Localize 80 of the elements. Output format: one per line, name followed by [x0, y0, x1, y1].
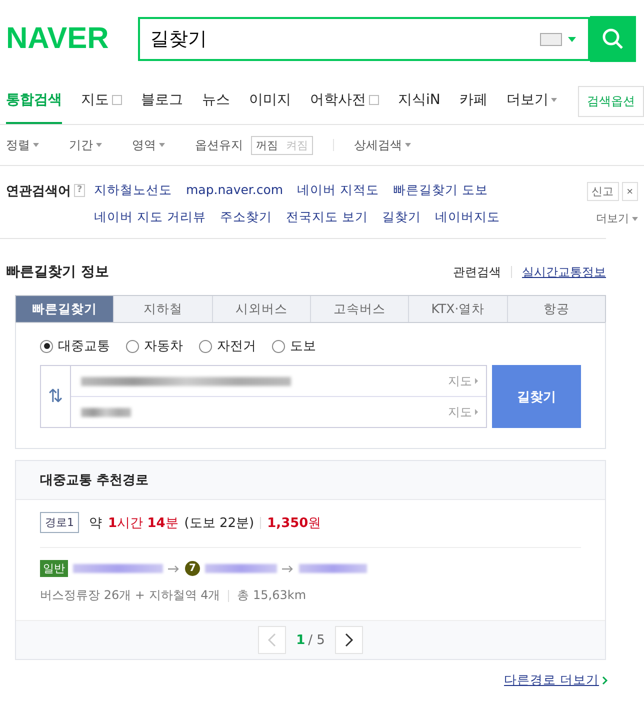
search-button[interactable] [590, 16, 636, 62]
caret-icon [632, 216, 638, 220]
line-badge: 7 [185, 561, 200, 576]
related-search-link[interactable]: 길찾기 [382, 209, 421, 226]
blurred-text [205, 564, 277, 573]
nav-tab[interactable]: 이미지 [249, 78, 291, 124]
blurred-text [299, 564, 367, 573]
section-link[interactable]: 관련검색 [453, 264, 501, 280]
radio-button[interactable] [40, 340, 53, 352]
arrow-icon [475, 409, 478, 415]
related-search-link[interactable]: 네이버 지적도 [297, 182, 380, 199]
nav-tab[interactable]: 지식iN [398, 78, 440, 124]
next-button[interactable] [334, 626, 363, 654]
related-search-link[interactable]: 지하철노선도 [94, 182, 172, 199]
related-search-link[interactable]: 빠른길찾기 도보 [393, 182, 488, 199]
radio-button[interactable] [272, 340, 285, 352]
option-keep-label: 옵션유지 [195, 136, 243, 154]
keyboard-icon[interactable] [540, 32, 562, 46]
related-search-link[interactable]: 주소찾기 [220, 209, 272, 226]
chevron-right-icon [602, 676, 608, 685]
blurred-text [81, 408, 131, 416]
fare: 1,350원 [267, 514, 322, 532]
route-tab[interactable]: 고속버스 [310, 296, 408, 322]
caret-icon [96, 143, 102, 147]
route-tab[interactable]: KTX·열차 [408, 296, 507, 322]
bus-tag: 일반 [40, 560, 68, 577]
swap-button[interactable]: ⇅ [41, 366, 71, 427]
related-search-link[interactable]: 네이버 지도 거리뷰 [94, 209, 206, 226]
about-label: 약 [89, 514, 102, 532]
nav-tab[interactable]: 지도 [81, 78, 122, 124]
section-title: 빠른길찾기 정보 [6, 263, 109, 281]
search-icon [601, 27, 625, 51]
caret-icon [33, 143, 39, 147]
more-routes-link[interactable]: 다른경로 더보기 [504, 672, 599, 689]
route-tab[interactable]: 빠른길찾기 [16, 296, 114, 322]
radio-button[interactable] [199, 340, 212, 352]
route-tab[interactable]: 항공 [506, 296, 605, 322]
related-searches-title: 연관검색어 [6, 183, 71, 200]
related-search-link[interactable]: map.naver.com [186, 182, 284, 199]
nav-tab[interactable]: 뉴스 [202, 78, 230, 124]
route-tab[interactable]: 시외버스 [212, 296, 310, 322]
mode-label[interactable]: 도보 [290, 337, 316, 355]
related-search-link[interactable]: 전국지도 보기 [286, 209, 368, 226]
chevron-right-icon [344, 633, 354, 647]
duration: 1시간 14분 [108, 514, 178, 532]
route-tab[interactable]: 지하철 [113, 296, 212, 322]
result-title: 대중교통 추천경로 [16, 461, 605, 500]
filter-dropdown[interactable]: 기간 [69, 136, 93, 154]
filter-dropdown[interactable]: 영역 [132, 136, 156, 154]
route-tag: 경로1 [40, 512, 79, 533]
search-box[interactable]: 길찾기 [138, 17, 590, 61]
detail-search-dropdown[interactable]: 상세검색 [354, 136, 402, 154]
arrow-icon [475, 378, 478, 384]
chevron-left-icon [267, 633, 278, 647]
nav-tab[interactable]: 어학사전 [310, 78, 379, 124]
search-field[interactable]: 길찾기 [140, 19, 540, 59]
route-distance: 총 15,63km [237, 587, 306, 604]
route-stats: 버스정류장 26개 + 지하철역 4개 [40, 587, 220, 604]
more-link[interactable]: 더보기 [596, 211, 629, 226]
caret-icon [405, 143, 411, 147]
close-button[interactable]: × [622, 182, 638, 201]
related-search-link[interactable]: 네이버지도 [434, 209, 500, 226]
nav-tab[interactable]: 블로그 [141, 78, 183, 124]
section-link[interactable]: 실시간교통정보 [522, 264, 606, 280]
current-page: 1 [296, 632, 306, 648]
nav-tab[interactable]: 카페 [459, 78, 488, 124]
report-button[interactable]: 신고 [586, 182, 619, 201]
caret-icon[interactable] [568, 36, 576, 42]
filter-dropdown[interactable]: 정렬 [6, 136, 30, 154]
find-route-button[interactable]: 길찾기 [492, 365, 581, 428]
page-total: / 5 [308, 632, 325, 648]
nav-tab[interactable]: 더보기 [506, 78, 558, 124]
caret-icon [159, 143, 165, 147]
walk-time: (도보 22분) [184, 514, 254, 532]
radio-button[interactable] [126, 340, 139, 352]
mode-label[interactable]: 자동차 [144, 337, 183, 355]
arrow-icon [282, 564, 294, 572]
mode-label[interactable]: 대중교통 [58, 337, 110, 355]
arrow-icon [168, 564, 180, 572]
mode-label[interactable]: 자전거 [217, 337, 256, 355]
